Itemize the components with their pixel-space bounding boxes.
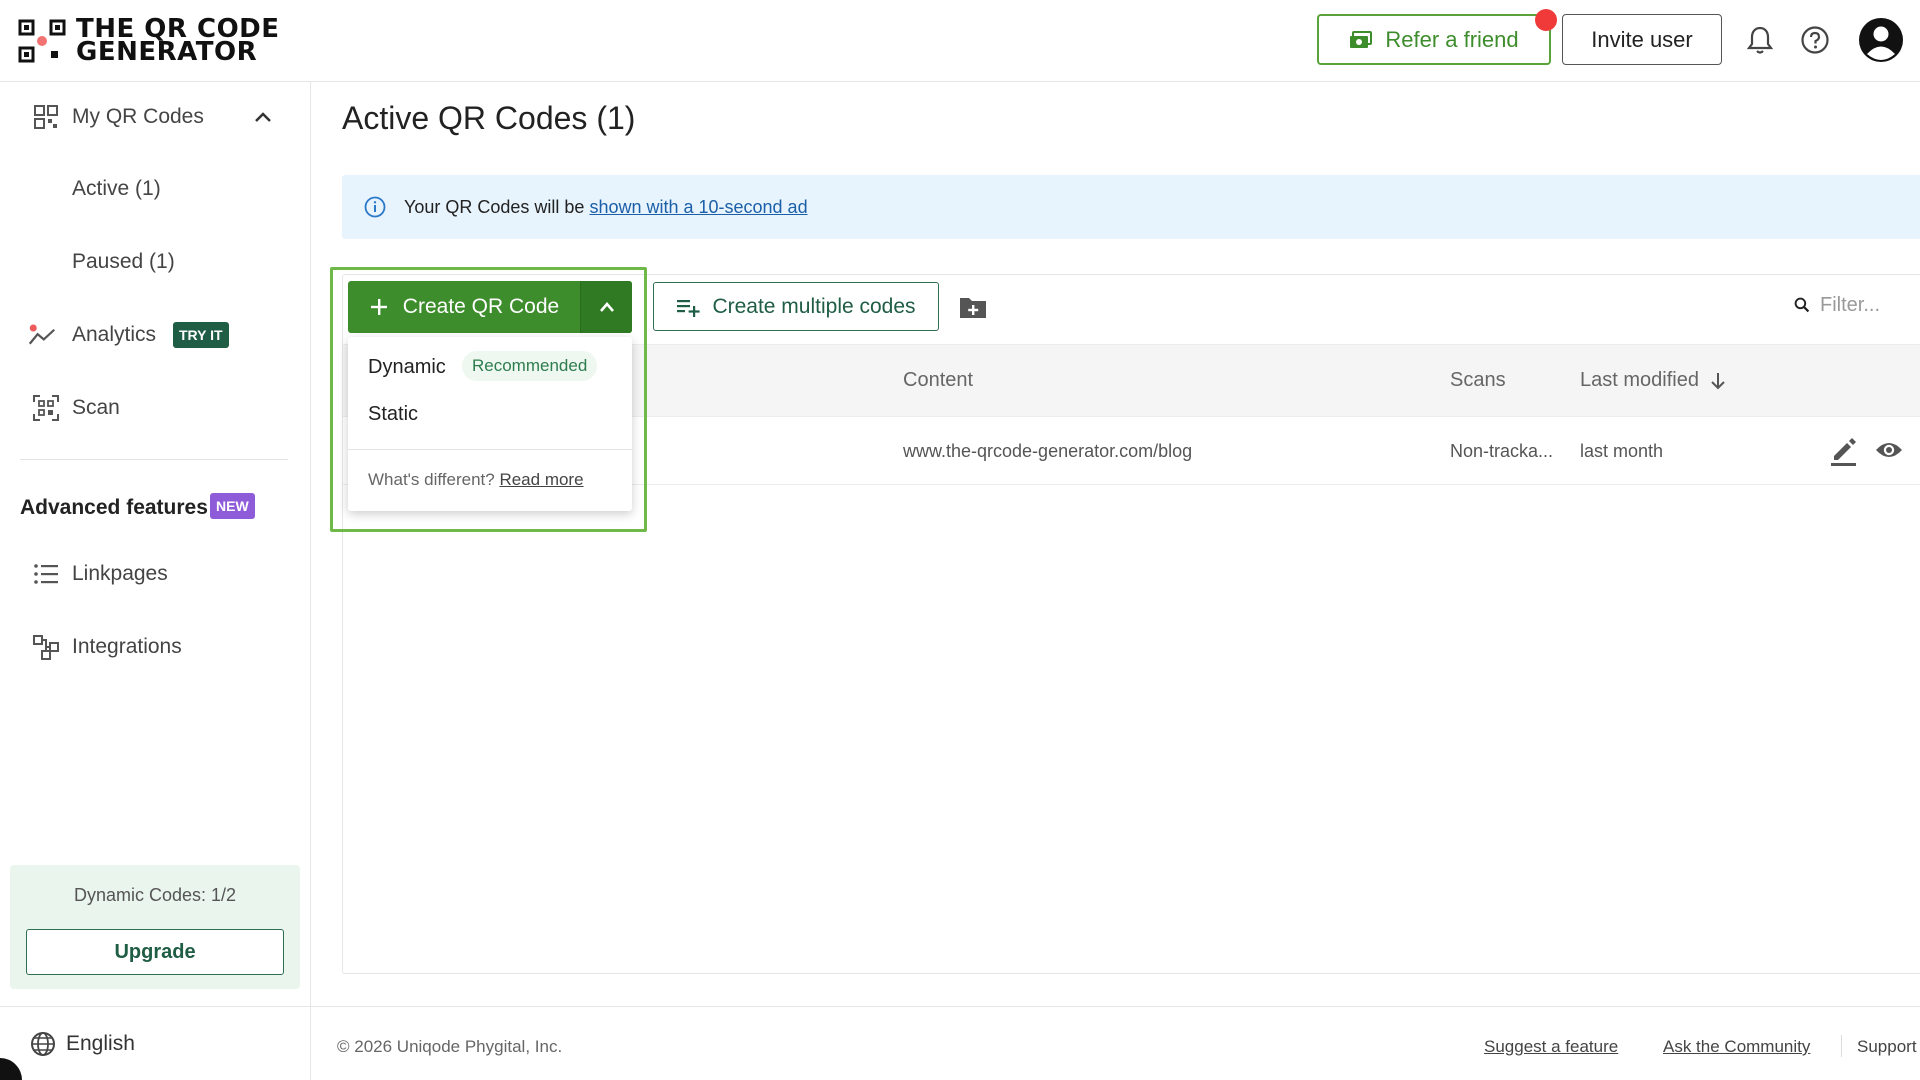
top-header: THE QR CODE GENERATOR Refer a friend Inv… — [0, 0, 1920, 82]
info-icon — [364, 196, 386, 218]
column-last-modified[interactable]: Last modified — [1580, 369, 1727, 392]
logo[interactable]: THE QR CODE GENERATOR — [18, 16, 280, 67]
sidebar-item-linkpages[interactable]: Linkpages — [0, 546, 310, 602]
new-badge: NEW — [210, 493, 255, 519]
row-content: www.the-qrcode-generator.com/blog — [903, 441, 1193, 461]
qr-logo-icon — [18, 19, 66, 63]
column-scans[interactable]: Scans — [1450, 369, 1506, 392]
upgrade-button[interactable]: Upgrade — [26, 929, 284, 975]
list-icon — [34, 564, 58, 584]
banner-text: Your QR Codes will be shown with a 10-se… — [404, 197, 808, 218]
column-content[interactable]: Content — [903, 369, 973, 392]
chart-line-icon — [28, 324, 55, 345]
create-qr-code-label: Create QR Code — [402, 295, 560, 318]
sidebar-item-label: Active (1) — [72, 177, 161, 200]
sidebar-item-label: Integrations — [72, 635, 182, 658]
whats-different-note: What's different? Read more — [368, 470, 584, 490]
chevron-up-icon[interactable] — [252, 107, 274, 127]
sidebar-divider — [20, 459, 288, 460]
sidebar-item-label: Scan — [72, 396, 120, 419]
banner-text-prefix: Your QR Codes will be — [404, 196, 590, 217]
logo-line2: GENERATOR — [76, 37, 258, 67]
dynamic-codes-count: Dynamic Codes: 1/2 — [73, 885, 237, 905]
chevron-up-icon — [599, 302, 614, 312]
ad-info-link[interactable]: shown with a 10-second ad — [589, 197, 807, 217]
language-selector[interactable]: English — [0, 1006, 310, 1080]
plus-icon — [370, 299, 387, 315]
menu-item-dynamic-label: Dynamic — [368, 355, 446, 378]
invite-user-button[interactable]: Invite user — [1562, 14, 1722, 65]
qr-grid-icon — [34, 105, 58, 129]
folder-add-icon[interactable] — [958, 294, 988, 320]
sidebar-item-analytics[interactable]: Analytics TRY IT — [0, 307, 310, 363]
playlist-add-icon — [677, 299, 701, 317]
money-icon — [1350, 30, 1373, 48]
edit-icon[interactable] — [1828, 435, 1858, 467]
create-dropdown-toggle[interactable] — [580, 281, 632, 333]
create-qr-code-button[interactable]: Create QR Code — [348, 281, 580, 333]
sidebar-item-paused[interactable]: Paused (1) — [0, 234, 310, 290]
globe-icon — [31, 1032, 55, 1056]
column-last-modified-label: Last modified — [1580, 369, 1699, 391]
create-qr-dropdown-menu: Dynamic Recommended Static What's differ… — [348, 337, 632, 511]
sidebar-item-integrations[interactable]: Integrations — [0, 619, 310, 675]
sidebar-item-scan[interactable]: Scan — [0, 380, 310, 436]
menu-item-dynamic[interactable]: Dynamic Recommended — [348, 345, 632, 389]
advanced-features-title: Advanced features — [20, 496, 208, 520]
sidebar-item-label: Analytics — [72, 323, 157, 346]
create-multiple-codes-button[interactable]: Create multiple codes — [653, 282, 939, 331]
sidebar-item-label: Linkpages — [72, 562, 168, 585]
whats-different-text: What's different? — [368, 470, 500, 489]
read-more-link[interactable]: Read more — [499, 470, 583, 489]
try-it-badge: TRY IT — [173, 322, 229, 348]
notification-dot — [1535, 9, 1557, 31]
integrations-icon — [33, 635, 59, 660]
language-label: English — [66, 1031, 135, 1055]
row-scans: Non-tracka... — [1450, 441, 1554, 461]
copyright-text: © 2026 Uniqode Phygital, Inc. — [337, 1037, 563, 1056]
menu-item-static[interactable]: Static — [348, 392, 632, 436]
advanced-features-label: Advanced features — [20, 496, 208, 519]
recommended-badge: Recommended — [462, 351, 598, 381]
sidebar-item-label: Paused (1) — [72, 250, 175, 273]
search-icon — [1794, 297, 1810, 313]
arrow-down-icon — [1711, 372, 1725, 389]
create-qr-code-split-button: Create QR Code — [348, 281, 632, 333]
page-footer: © 2026 Uniqode Phygital, Inc. Suggest a … — [311, 1006, 1920, 1080]
sidebar-item-active[interactable]: Active (1) — [0, 161, 310, 217]
suggest-feature-link[interactable]: Suggest a feature — [1484, 1037, 1618, 1057]
scan-icon — [33, 395, 59, 421]
refer-friend-button[interactable]: Refer a friend — [1317, 9, 1557, 65]
help-icon[interactable] — [1799, 24, 1831, 56]
sidebar: My QR Codes Active (1) Paused (1) Analyt… — [0, 82, 311, 1080]
footer-separator — [1841, 1035, 1842, 1057]
bell-icon[interactable] — [1744, 24, 1776, 56]
plan-usage-box: Dynamic Codes: 1/2 Upgrade — [10, 865, 300, 989]
sidebar-item-label: My QR Codes — [72, 105, 204, 128]
menu-item-static-label: Static — [368, 402, 419, 425]
info-banner: Your QR Codes will be shown with a 10-se… — [342, 175, 1920, 239]
sidebar-item-my-qr-codes[interactable]: My QR Codes — [0, 89, 310, 145]
filter-input[interactable] — [1820, 293, 1920, 317]
eye-icon[interactable] — [1874, 439, 1904, 461]
row-last-modified: last month — [1580, 441, 1664, 461]
page-title: Active QR Codes (1) — [342, 100, 636, 136]
refer-friend-label: Refer a friend — [1385, 26, 1519, 52]
logo-text: THE QR CODE GENERATOR — [76, 16, 280, 67]
support-link[interactable]: Support — [1857, 1037, 1917, 1057]
create-multiple-label: Create multiple codes — [712, 294, 916, 318]
account-icon[interactable] — [1858, 17, 1904, 63]
ask-community-link[interactable]: Ask the Community — [1663, 1037, 1810, 1057]
filter-input-wrapper[interactable] — [1794, 290, 1920, 320]
dropdown-divider — [348, 449, 632, 450]
